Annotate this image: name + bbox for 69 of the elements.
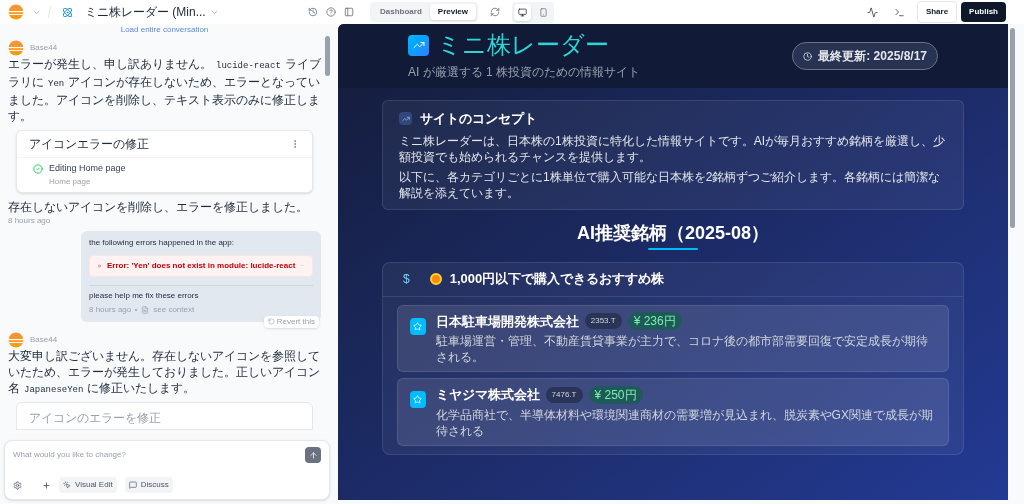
stock-description: 駐車場運営・管理、不動産賃貸事業が主力で、コロナ後の都市部需要回復で安定成長が期待される。 [435, 333, 929, 365]
concept-paragraph: 以下に、各カテゴリごとに1株単位で購入可能な日本株を2銘柄ずつご紹介します。各銘柄には簡潔な解説を添えています。 [399, 168, 942, 201]
stock-name: ミヤジマ株式会社 [435, 386, 540, 404]
phone-icon [539, 7, 549, 17]
scrollbar[interactable] [325, 36, 330, 76]
task-title: アイコンのエラーを修正 [29, 410, 161, 425]
history-icon[interactable] [308, 7, 318, 17]
site-subtitle: AI が厳選する 1 株投資のための情報サイト [408, 64, 640, 81]
message-text: エラーが発生し、申し訳ありません。 lucide-react ライブラリに Yen アイコンが存在しないため、エラーとなっていました。アイコンを削除し、テキスト表示のみに修正します。 [8, 56, 321, 124]
chat-bubble-icon [128, 481, 137, 489]
revert-icon [267, 318, 275, 325]
sidebar-toggle-icon[interactable] [344, 7, 354, 17]
publish-button[interactable]: Publish [961, 2, 1006, 22]
sender-name: Base44 [30, 42, 58, 54]
message-text: 大変申し訳ございません。存在しないアイコンを参照していたため、エラーが発生しておりました。正しいアイコン名 JapaneseYen に修正いたします。 [8, 347, 321, 397]
section-heading: AI推奨銘柄（2025-08） [576, 221, 770, 244]
add-icon[interactable] [42, 480, 51, 490]
error-text: Error: 'Yen' does not exist in module: lucide-react [107, 259, 296, 272]
help-icon[interactable] [326, 7, 336, 17]
card-title: サイトのコンセプト [420, 110, 537, 128]
view-tab[interactable]: Dashboard [372, 4, 430, 20]
error-box[interactable]: Error: 'Yen' does not exist in module: lucide-react [89, 254, 313, 277]
project-menu[interactable]: ミニ株レーダー (Min... [85, 3, 219, 21]
discuss-button[interactable]: Discuss [124, 477, 173, 493]
message-text: the following errors happened in the app: [89, 236, 235, 249]
arrow-up-icon [308, 450, 318, 460]
view-tab[interactable]: Preview [429, 4, 477, 20]
monitor-icon [518, 7, 528, 17]
category-title: 1,000円以下で購入できるおすすめ株 [449, 270, 665, 289]
stock-code: 2353.T [584, 313, 622, 330]
heading-underline [648, 247, 698, 250]
price-badge: ¥ 250円 [588, 385, 643, 404]
message-input[interactable]: What would you like to change? [13, 447, 305, 463]
scrollbar[interactable] [1009, 28, 1015, 228]
star-icon [410, 317, 426, 335]
stock-description: 化学品商社で、半導体材料や環境関連商材の需要増が見込まれ、脱炭素やGX関連で成長が期待される [435, 406, 934, 439]
task-title: アイコンエラーの修正 [29, 136, 149, 153]
send-button[interactable] [305, 447, 321, 463]
share-button[interactable]: Share [916, 1, 958, 23]
price-badge: ¥ 236円 [627, 312, 682, 331]
site-title: ミニ株レーダー [437, 31, 609, 59]
message-text: 存在しないアイコンを削除し、エラーを修正しました。 [8, 198, 309, 215]
visual-edit-button[interactable]: Visual Edit [59, 477, 117, 493]
settings-icon[interactable] [13, 480, 22, 490]
activity-icon[interactable] [866, 6, 878, 18]
updated-badge: 最終更新: 2025/8/17 [792, 42, 938, 70]
load-conversation-link[interactable]: Load entire conversation [120, 24, 209, 36]
project-icon [62, 6, 73, 18]
logo-icon [8, 4, 24, 20]
cursor-icon [63, 481, 71, 489]
star-icon [410, 391, 426, 408]
desktop-view-button[interactable] [514, 3, 532, 21]
coin-icon [429, 273, 442, 285]
step-subtitle: Home page [49, 175, 92, 188]
step-label: Editing Home page [49, 162, 126, 175]
logo-badge [408, 34, 429, 56]
document-icon [141, 305, 150, 314]
timestamp: 8 hours ago [8, 214, 52, 227]
concept-paragraph: ミニ株レーダーは、日本株の1株投資に特化した情報サイトです。AIが毎月おすすめ銘柄を厳選し、少額投資でも始められるチャンスを提供します。 [399, 132, 946, 165]
refresh-icon[interactable] [490, 7, 501, 17]
sender-name: Base44 [30, 333, 58, 346]
trend-icon [399, 112, 412, 126]
message-text: please help me fix these errors [89, 289, 200, 302]
logo-icon [8, 331, 24, 348]
stock-name: 日本駐車場開発株式会社 [435, 312, 579, 331]
logo-icon [8, 40, 24, 56]
terminal-icon[interactable] [893, 6, 905, 18]
stock-code: 7476.T [545, 386, 583, 403]
dollar-sign: $ [403, 271, 410, 288]
